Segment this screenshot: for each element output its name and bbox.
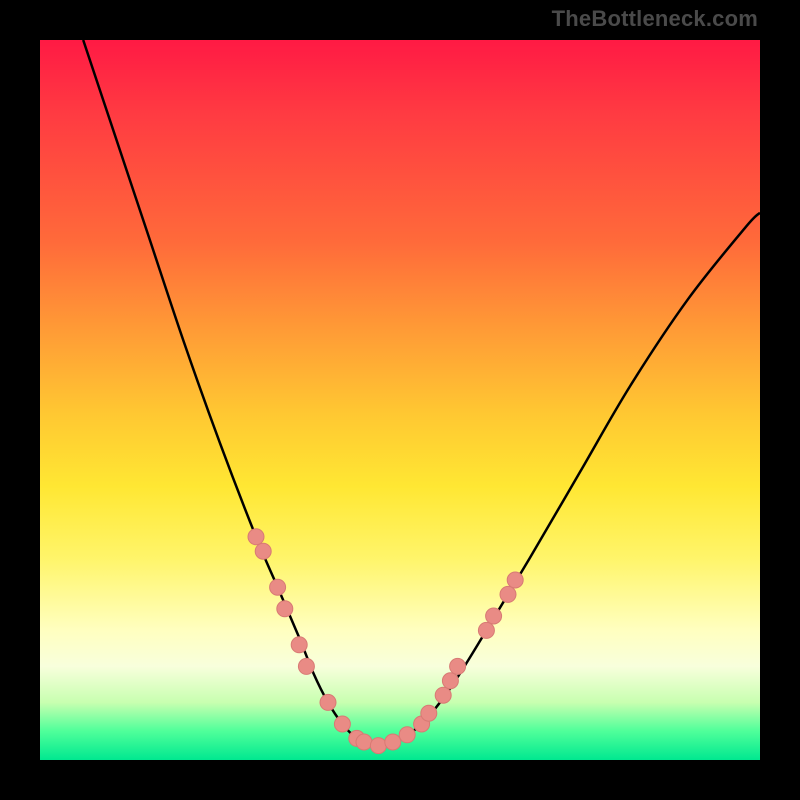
plot-area (40, 40, 760, 760)
data-marker (399, 727, 415, 743)
data-marker (486, 608, 502, 624)
data-marker (442, 673, 458, 689)
data-marker (277, 601, 293, 617)
chart-frame: TheBottleneck.com (0, 0, 800, 800)
watermark-text: TheBottleneck.com (552, 6, 758, 32)
data-marker (500, 586, 516, 602)
data-marker (298, 658, 314, 674)
data-marker (320, 694, 336, 710)
data-marker (507, 572, 523, 588)
data-marker (478, 622, 494, 638)
data-marker (421, 705, 437, 721)
data-marker (385, 734, 401, 750)
data-marker (370, 738, 386, 754)
markers-group (248, 529, 523, 754)
data-marker (450, 658, 466, 674)
data-marker (356, 734, 372, 750)
curve-svg (40, 40, 760, 760)
data-marker (255, 543, 271, 559)
data-marker (334, 716, 350, 732)
bottleneck-curve (83, 40, 760, 747)
data-marker (270, 579, 286, 595)
data-marker (248, 529, 264, 545)
data-marker (435, 687, 451, 703)
data-marker (291, 637, 307, 653)
